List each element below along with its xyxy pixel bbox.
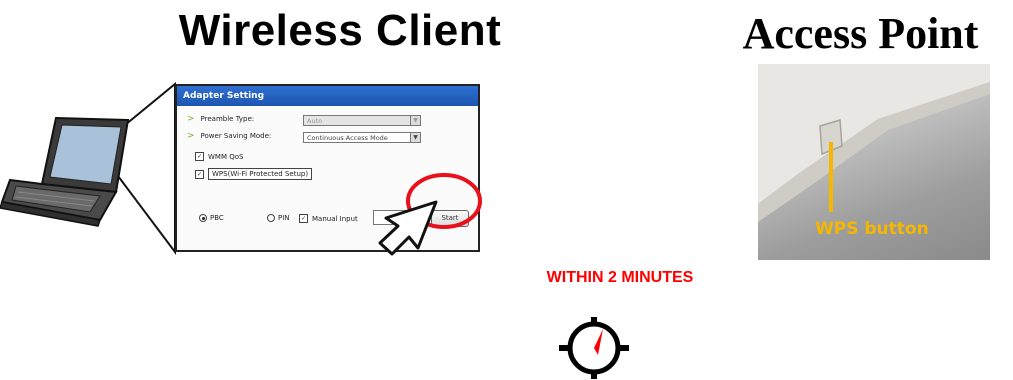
within-two-minutes-label: WITHIN 2 MINUTES: [546, 269, 694, 286]
wps-indicator-line: [829, 142, 833, 212]
dialog-title: Adapter Setting: [177, 86, 478, 106]
pin-option[interactable]: PIN: [267, 214, 290, 222]
preamble-label: Preamble Type:: [200, 115, 255, 123]
pin-radio[interactable]: [267, 214, 275, 222]
access-point-photo: WPS button: [758, 64, 990, 260]
power-saving-row: > Power Saving Mode:: [187, 131, 271, 141]
green-arrow-icon: >: [187, 131, 195, 141]
wireless-client-heading: Wireless Client: [178, 6, 502, 55]
power-saving-select[interactable]: Continuous Access Mode ▼: [303, 132, 421, 143]
stopwatch-icon: [559, 317, 629, 379]
manual-input-checkbox[interactable]: ✓: [299, 214, 308, 223]
chevron-down-icon: ▼: [410, 116, 420, 125]
power-saving-value: Continuous Access Mode: [307, 134, 388, 142]
manual-input-label: Manual Input: [312, 214, 358, 223]
power-saving-label: Power Saving Mode:: [200, 132, 272, 140]
wps-row[interactable]: ✓ WPS(Wi-Fi Protected Setup): [195, 168, 313, 180]
wmm-qos-label: WMM QoS: [208, 152, 244, 161]
laptop-callout-graphic: [0, 81, 176, 255]
chevron-down-icon: ▼: [410, 133, 420, 142]
wmm-qos-row[interactable]: ✓ WMM QoS: [195, 152, 243, 161]
laptop-icon: [0, 116, 130, 227]
green-arrow-icon: >: [187, 114, 195, 124]
pbc-label: PBC: [210, 214, 224, 222]
manual-input-option[interactable]: ✓ Manual Input: [299, 214, 358, 223]
preamble-row: > Preamble Type:: [187, 114, 254, 124]
pointer-cursor-icon: [378, 200, 438, 256]
wps-checkbox[interactable]: ✓: [195, 169, 204, 179]
start-highlight-overlay: [378, 173, 482, 256]
wmm-qos-checkbox[interactable]: ✓: [195, 152, 204, 161]
preamble-select[interactable]: Auto ▼: [303, 115, 421, 126]
pin-label: PIN: [278, 214, 290, 222]
pbc-radio[interactable]: [199, 214, 207, 222]
pbc-option[interactable]: PBC: [199, 214, 224, 222]
access-point-heading: Access Point: [742, 9, 979, 58]
wps-button-label: WPS button: [815, 219, 929, 239]
preamble-value: Auto: [307, 117, 323, 125]
wps-label: WPS(Wi-Fi Protected Setup): [208, 168, 313, 180]
